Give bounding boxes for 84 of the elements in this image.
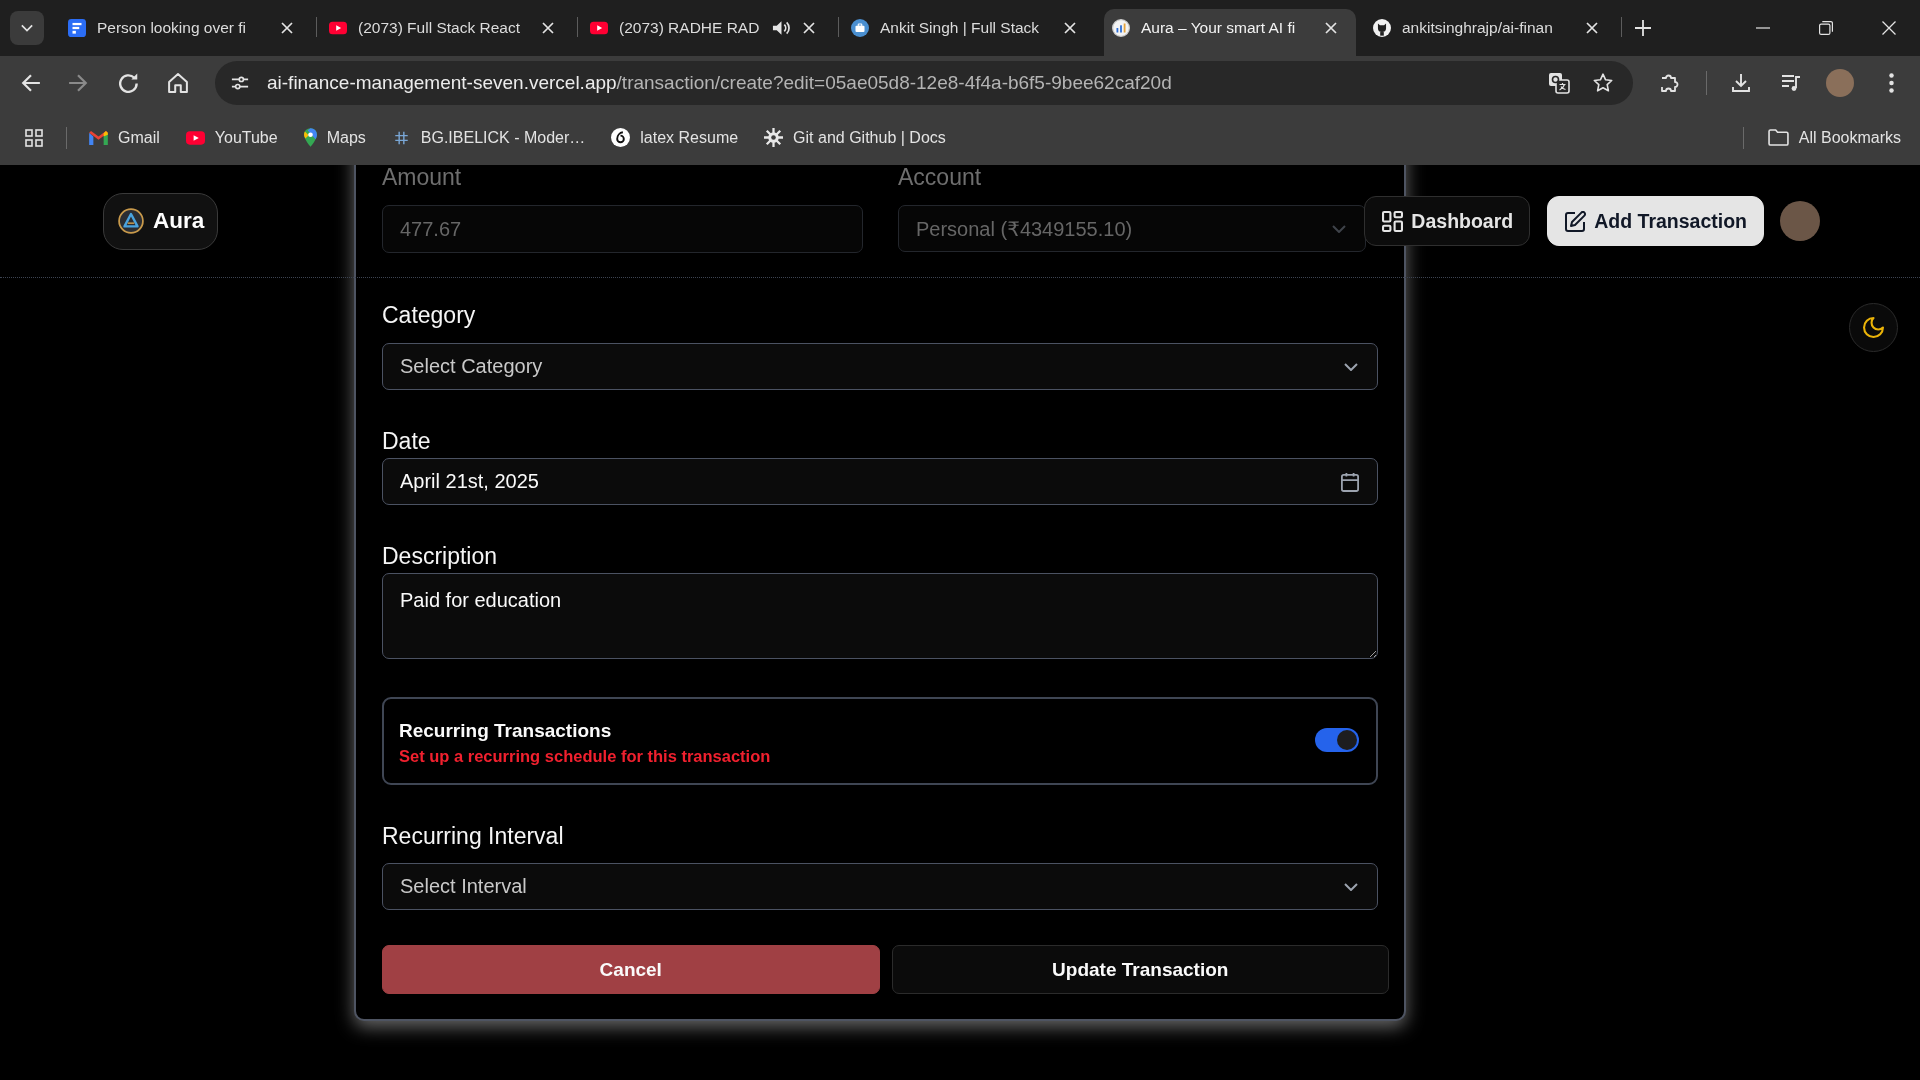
user-avatar[interactable] — [1780, 201, 1820, 241]
playlist-icon — [1781, 73, 1801, 93]
category-select[interactable]: Select Category — [382, 343, 1378, 390]
swirl-logo-icon — [611, 128, 631, 147]
bookmark-star-button[interactable] — [1593, 73, 1613, 93]
bookmark-item[interactable]: Git and Github | Docs — [756, 121, 955, 154]
browser-tab[interactable]: Aura – Your smart AI fi — [1104, 9, 1356, 56]
bookmark-item[interactable]: Gmail — [81, 121, 169, 154]
triangle-logo-icon — [118, 208, 144, 234]
profile-avatar — [1826, 69, 1854, 97]
cat-icon — [1373, 18, 1391, 37]
plus-icon — [1635, 20, 1651, 36]
puzzle-icon — [1660, 73, 1680, 93]
close-icon — [1586, 21, 1598, 34]
account-select[interactable]: Personal (₹4349155.10) — [898, 205, 1366, 252]
browser-tab[interactable]: Ankit Singh | Full Stack — [843, 9, 1095, 56]
browser-tab[interactable]: (2073) Full Stack React — [321, 9, 573, 56]
close-icon — [1064, 21, 1076, 34]
field-label: Amount — [382, 165, 462, 190]
moon-icon — [1863, 317, 1884, 338]
three-dots-icon — [1888, 73, 1894, 93]
browser-tab[interactable]: Person looking over fi — [60, 9, 312, 56]
close-icon — [542, 21, 554, 34]
amount-input[interactable]: 477.67 — [382, 205, 863, 253]
arrow-left-icon — [21, 73, 41, 93]
dashboard-grid-icon — [1382, 210, 1404, 232]
calendar-icon — [1341, 471, 1359, 492]
all-bookmarks-button[interactable]: All Bookmarks — [1759, 121, 1910, 154]
recurring-toggle[interactable] — [1315, 728, 1359, 752]
sliders-icon — [231, 74, 249, 92]
translate-button[interactable] — [1548, 72, 1570, 94]
theme-toggle-button[interactable] — [1849, 303, 1898, 352]
apps-grid-icon — [25, 128, 43, 147]
close-icon — [803, 21, 815, 34]
bookmark-item[interactable]: BG.IBELICK - Moder… — [383, 121, 595, 154]
recurring-title: Recurring Transactions — [399, 720, 612, 742]
close-icon — [281, 21, 293, 34]
home-icon — [168, 73, 188, 93]
cancel-button[interactable]: Cancel — [382, 945, 880, 994]
field-label: Category — [382, 302, 476, 328]
nav-button[interactable]: Dashboard — [1364, 196, 1531, 246]
reload-icon — [119, 73, 139, 93]
browser-tab[interactable]: (2073) RADHE RAD — [582, 9, 834, 56]
browser-tab[interactable]: ankitsinghrajp/ai-finan — [1365, 9, 1617, 56]
brand-logo-button[interactable]: Aura — [103, 192, 219, 250]
download-icon — [1731, 73, 1751, 93]
chevron-down-icon — [1344, 362, 1358, 371]
translate-icon — [1548, 72, 1570, 94]
close-icon — [1325, 21, 1337, 34]
map-pin-icon — [303, 128, 317, 147]
play-icon — [185, 130, 205, 145]
gear-icon — [764, 128, 784, 147]
submit-button[interactable]: Update Transaction — [891, 945, 1389, 994]
recurring-hint: Set up a recurring schedule for this transaction — [399, 747, 771, 766]
description-textarea[interactable]: Paid for education — [382, 573, 1378, 659]
mail-icon — [89, 130, 108, 145]
bookmark-item[interactable]: latex Resume — [603, 121, 748, 154]
pen-square-icon — [1565, 210, 1587, 232]
chevron-down-icon — [1332, 224, 1346, 233]
document-icon — [68, 18, 86, 37]
arrow-right-icon — [68, 73, 88, 93]
field-label: Account — [898, 165, 982, 190]
bookmark-item[interactable]: Maps — [295, 121, 375, 154]
interval-select[interactable]: Select Interval — [382, 863, 1378, 910]
tab-search-button[interactable] — [10, 11, 44, 45]
minimize-icon — [1755, 27, 1770, 29]
close-icon — [1881, 21, 1896, 35]
field-label: Recurring Interval — [382, 823, 564, 849]
chart-logo-icon — [1112, 18, 1130, 37]
field-label: Description — [382, 543, 498, 569]
chevron-down-icon — [1344, 882, 1358, 891]
restore-icon — [1818, 21, 1833, 35]
briefcase-icon — [851, 18, 869, 37]
chevron-down-icon — [21, 22, 33, 34]
field-label: Date — [382, 428, 431, 454]
date-picker[interactable]: April 21st, 2025 — [382, 458, 1378, 505]
bookmark-item[interactable]: YouTube — [177, 121, 287, 154]
folder-icon — [1767, 129, 1789, 146]
address-bar[interactable]: ai-finance-management-seven.vercel.app/transaction/create?edit=05ae05d8-12e8-4f4a-b6f5-9bee62caf20d — [215, 61, 1633, 105]
star-icon — [1593, 73, 1613, 93]
speaker-icon[interactable] — [772, 19, 790, 36]
nav-button[interactable]: Add Transaction — [1547, 196, 1764, 246]
url-host-text: ai-finance-management-seven.vercel.app — [267, 72, 617, 94]
url-path-text: /transaction/create?edit=05ae05d8-12e8-4f4a-b6f5-9bee62caf20d — [616, 72, 1172, 94]
